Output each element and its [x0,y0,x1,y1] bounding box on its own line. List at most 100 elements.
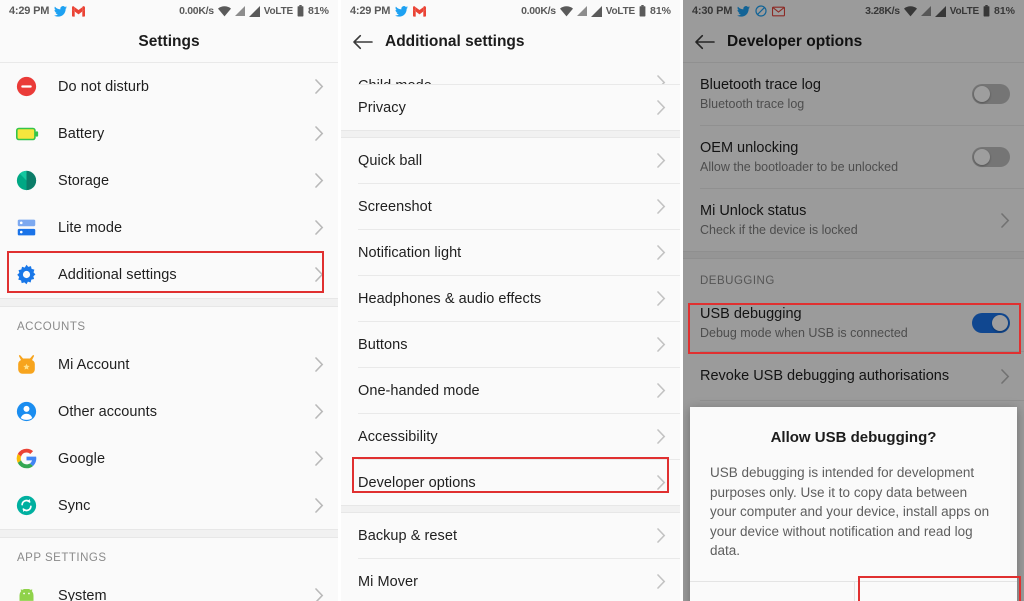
list-item-buttons[interactable]: Buttons [341,322,680,367]
panel-developer-options: 4:30 PM 3.28K/s VoLTE 81% Developer opti… [683,0,1024,601]
additional-settings-list: Child mode Privacy Quick ball [341,62,680,601]
list-item-label: Headphones & audio effects [358,290,542,307]
sidebar-item-do-not-disturb[interactable]: Do not disturb [0,63,338,110]
chevron-right-icon [657,153,666,168]
section-divider [0,298,338,307]
list-item-headphones-audio-effects[interactable]: Headphones & audio effects [341,276,680,321]
list-item-notification-light[interactable]: Notification light [341,230,680,275]
dialog-actions: Cancel OK [690,575,1021,601]
ok-button[interactable]: OK [853,575,1021,601]
android-icon [16,588,58,601]
chevron-right-icon [315,357,324,372]
page-title: Settings [138,33,200,50]
list-item-quick-ball[interactable]: Quick ball [341,138,680,183]
twitter-icon [395,5,409,17]
panel-settings: 4:29 PM 0.00K/s VoLTE 81% Settings Do no… [0,0,338,601]
storage-icon [16,170,58,191]
sidebar-item-label: Other accounts [58,403,158,420]
network-type: VoLTE [263,5,293,17]
list-item-accessibility[interactable]: Accessibility [341,414,680,459]
sidebar-item-storage[interactable]: Storage [0,157,338,204]
chevron-right-icon [315,173,324,188]
battery-icon [16,126,58,142]
chevron-right-icon [315,220,324,235]
sidebar-item-mi-account[interactable]: Mi Account [0,341,338,388]
status-bar-right: 0.00K/s VoLTE 81% [521,5,671,17]
sidebar-item-additional-settings[interactable]: Additional settings [0,251,338,298]
back-arrow-icon[interactable] [341,22,385,62]
chevron-right-icon [657,528,666,543]
list-item-screenshot[interactable]: Screenshot [341,184,680,229]
sidebar-item-google[interactable]: Google [0,435,338,482]
sync-icon [16,495,58,516]
sidebar-item-lite-mode[interactable]: Lite mode [0,204,338,251]
twitter-icon [54,5,68,17]
dialog-body: USB debugging is intended for developmen… [710,465,990,559]
network-speed: 0.00K/s [179,5,214,17]
sidebar-item-label: System [58,587,107,601]
list-item-label: Accessibility [358,428,438,445]
signal-icon-1 [234,6,245,16]
list-item-label: Notification light [358,244,462,261]
list-item-child-mode[interactable]: Child mode [341,62,680,84]
list-item-developer-options[interactable]: Developer options [341,460,680,505]
status-bar-additional: 4:29 PM 0.00K/s VoLTE 81% [341,0,680,22]
gmail-icon [413,5,427,17]
chevron-right-icon [657,475,666,490]
mi-account-icon [16,354,58,375]
cancel-button[interactable]: Cancel [690,582,854,601]
page-title: Additional settings [385,33,525,50]
chevron-right-icon [657,574,666,589]
app-settings-section-header: APP SETTINGS [0,538,338,572]
list-item-privacy[interactable]: Privacy [341,85,680,130]
dialog-title: Allow USB debugging? [770,429,937,446]
google-icon [16,448,58,469]
gmail-icon [72,5,86,17]
status-bar-settings: 4:29 PM 0.00K/s VoLTE 81% [0,0,338,22]
chevron-right-icon [315,588,324,601]
chevron-right-icon [315,498,324,513]
signal-icon-2 [248,5,260,17]
developer-options-screen: 4:30 PM 3.28K/s VoLTE 81% Developer opti… [683,0,1024,601]
list-item-backup-reset[interactable]: Backup & reset [341,513,680,558]
chevron-right-icon [657,245,666,260]
status-time: 4:29 PM [350,5,391,17]
list-item-label: Child mode [358,78,657,84]
chevron-right-icon [657,383,666,398]
gear-icon [16,264,58,285]
sidebar-item-system[interactable]: System [0,572,338,601]
network-speed: 0.00K/s [521,5,556,17]
chevron-right-icon [657,429,666,444]
highlight-ok-button [857,575,1021,601]
list-item-label: Mi Mover [358,573,419,590]
chevron-right-icon [657,100,666,115]
chevron-right-icon [315,451,324,466]
list-item-label: Developer options [358,474,476,491]
battery-percent: 81% [649,5,671,17]
chevron-right-icon [315,404,324,419]
wifi-icon [217,5,231,17]
app-bar-settings: Settings [0,22,338,62]
sidebar-item-label: Storage [58,172,110,189]
sidebar-item-label: Do not disturb [58,78,149,95]
sidebar-item-other-accounts[interactable]: Other accounts [0,388,338,435]
allow-usb-debugging-dialog: Allow USB debugging? USB debugging is in… [690,407,1021,601]
status-bar-left: 4:29 PM [9,5,86,17]
list-item-mi-mover[interactable]: Mi Mover [341,559,680,601]
list-item-one-handed-mode[interactable]: One-handed mode [341,368,680,413]
signal-icon-2 [590,5,602,17]
list-item-label: Quick ball [358,152,423,169]
sidebar-item-sync[interactable]: Sync [0,482,338,529]
list-item-label: Screenshot [358,198,432,215]
sidebar-item-label: Lite mode [58,219,123,236]
settings-list: Do not disturb Battery Storage Lite mode… [0,63,338,601]
battery-icon [297,5,304,17]
sidebar-item-battery[interactable]: Battery [0,110,338,157]
lite-mode-icon [16,217,58,238]
screenshot-root: 4:29 PM 0.00K/s VoLTE 81% Settings Do no… [0,0,1024,601]
status-bar-right: 0.00K/s VoLTE 81% [179,5,329,17]
signal-icon-1 [576,6,587,16]
chevron-right-icon [657,199,666,214]
chevron-right-icon [657,337,666,352]
network-type: VoLTE [605,5,635,17]
